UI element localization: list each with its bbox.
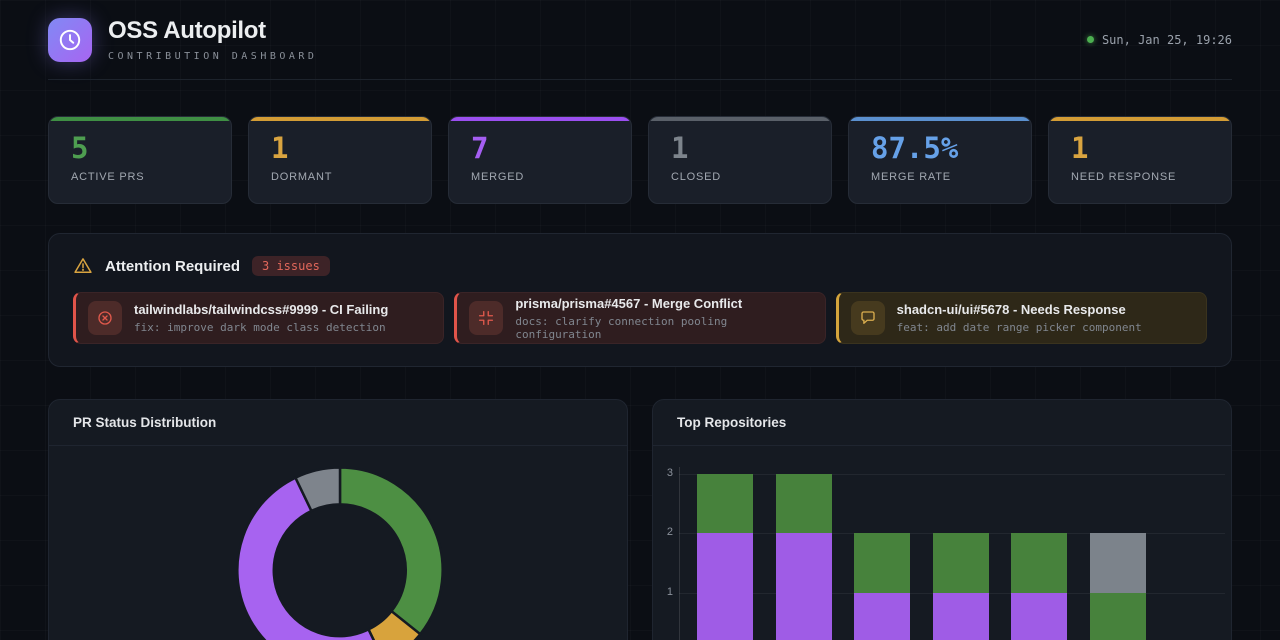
- stat-value: 1: [271, 131, 289, 165]
- app-logo: [48, 17, 92, 62]
- app-header: OSS Autopilot CONTRIBUTION DASHBOARD Sun…: [48, 0, 1232, 80]
- alert-icon-tile: [88, 301, 122, 335]
- stat-card-need-response: 1 NEED RESPONSE: [1048, 116, 1232, 204]
- y-axis-line: [679, 467, 680, 640]
- issues-count-badge: 3 issues: [252, 256, 330, 276]
- alert-card-ci-failing[interactable]: tailwindlabs/tailwindcss#9999 - CI Faili…: [73, 292, 445, 344]
- stat-card-dormant: 1 DORMANT: [248, 116, 432, 204]
- panel-header: PR Status Distribution: [49, 400, 627, 446]
- page-title: OSS Autopilot: [108, 17, 266, 44]
- stat-card-merged: 7 MERGED: [448, 116, 632, 204]
- stat-label: MERGED: [471, 171, 525, 183]
- stats-row: 5 ACTIVE PRS 1 DORMANT 7 MERGED 1 CLOSED…: [48, 116, 1232, 204]
- top-repositories-panel: Top Repositories 1 2 3: [652, 399, 1232, 640]
- stat-label: ACTIVE PRS: [71, 171, 145, 183]
- donut-segment-green: [338, 466, 444, 636]
- stat-value: 87.5%: [871, 131, 959, 165]
- stat-value: 1: [1071, 131, 1089, 165]
- stat-accent: [849, 117, 1031, 121]
- alert-title: prisma/prisma#4567 - Merge Conflict: [515, 295, 743, 311]
- alert-icon-tile: [469, 301, 504, 335]
- panel-header: Top Repositories: [653, 400, 1231, 446]
- page-subtitle: CONTRIBUTION DASHBOARD: [108, 51, 318, 62]
- charts-row: PR Status Distribution Top Repositories …: [48, 399, 1232, 640]
- status-dot-icon: [1086, 36, 1094, 43]
- attention-items: tailwindlabs/tailwindcss#9999 - CI Faili…: [73, 292, 1207, 344]
- stat-card-closed: 1 CLOSED: [648, 116, 832, 204]
- bar-segment-purple: [854, 592, 911, 640]
- dashboard-page: { "header": { "title": "OSS Autopilot", …: [0, 0, 1280, 640]
- bar-segment-purple: [932, 592, 989, 640]
- stat-value: 1: [671, 131, 689, 165]
- datetime-status: Sun, Jan 25, 19:26: [1086, 32, 1232, 47]
- top-repositories-bar-chart[interactable]: 1 2 3: [653, 446, 1231, 640]
- stat-accent: [449, 117, 631, 121]
- attention-title: Attention Required: [105, 257, 240, 275]
- stat-label: CLOSED: [671, 171, 722, 183]
- bar-segment-purple: [775, 533, 832, 640]
- alert-title: shadcn-ui/ui#5678 - Needs Response: [896, 302, 1126, 317]
- speech-bubble-icon: [860, 311, 875, 324]
- clock-icon: [59, 29, 81, 50]
- circle-x-icon: [98, 311, 112, 325]
- alert-text: tailwindlabs/tailwindcss#9999 - CI Faili…: [134, 302, 388, 334]
- bar-segment-green: [932, 533, 989, 593]
- bar-segment-purple: [1011, 592, 1068, 640]
- brand: OSS Autopilot CONTRIBUTION DASHBOARD: [48, 17, 317, 62]
- bar-segment-gray: [1090, 533, 1146, 593]
- bar-segment-green: [854, 533, 911, 593]
- stat-label: DORMANT: [271, 171, 333, 183]
- alert-subtitle: feat: add date range picker component: [896, 321, 1142, 334]
- y-tick-label: 2: [666, 526, 673, 539]
- panel-title: Top Repositories: [677, 415, 787, 430]
- bar-segment-green: [697, 474, 753, 534]
- alert-subtitle: docs: clarify connection pooling configu…: [515, 314, 728, 341]
- panel-title: PR Status Distribution: [73, 415, 217, 430]
- stat-value: 7: [471, 131, 489, 165]
- alert-subtitle: fix: improve dark mode class detection: [134, 321, 386, 334]
- alert-card-merge-conflict[interactable]: prisma/prisma#4567 - Merge Conflict docs…: [454, 292, 826, 344]
- alert-title: tailwindlabs/tailwindcss#9999 - CI Faili…: [134, 302, 389, 317]
- donut-svg: [236, 466, 444, 640]
- gridline: [679, 474, 1225, 476]
- warning-triangle-icon: [74, 258, 92, 273]
- stat-label: MERGE RATE: [871, 171, 951, 183]
- alert-text: prisma/prisma#4567 - Merge Conflict docs…: [515, 296, 812, 341]
- stat-card-active-prs: 5 ACTIVE PRS: [48, 116, 232, 204]
- datetime-label: Sun, Jan 25, 19:26: [1101, 32, 1232, 47]
- alert-card-needs-response[interactable]: shadcn-ui/ui#5678 - Needs Response feat:…: [835, 292, 1207, 344]
- alert-text: shadcn-ui/ui#5678 - Needs Response feat:…: [897, 302, 1142, 334]
- attention-header: Attention Required 3 issues: [73, 256, 1207, 276]
- stat-accent: [249, 117, 431, 121]
- stat-label: NEED RESPONSE: [1071, 171, 1177, 183]
- merge-conflict-icon: [479, 310, 494, 326]
- bar-segment-green: [1011, 533, 1068, 593]
- bar-segment-green: [775, 474, 832, 534]
- pr-status-donut-chart[interactable]: [49, 446, 627, 640]
- bar-segment-purple: [697, 533, 753, 640]
- attention-panel: Attention Required 3 issues tailwindlabs…: [48, 233, 1232, 367]
- y-tick-label: 3: [666, 467, 673, 480]
- stat-card-merge-rate: 87.5% MERGE RATE: [848, 116, 1032, 204]
- pr-status-panel: PR Status Distribution: [48, 399, 628, 640]
- y-tick-label: 1: [666, 585, 673, 598]
- stat-accent: [1049, 117, 1231, 121]
- brand-text: OSS Autopilot CONTRIBUTION DASHBOARD: [108, 17, 317, 62]
- alert-icon-tile: [850, 301, 885, 335]
- stat-accent: [649, 117, 831, 121]
- stat-value: 5: [71, 131, 89, 165]
- bar-segment-green: [1090, 592, 1146, 640]
- stat-accent: [49, 117, 231, 121]
